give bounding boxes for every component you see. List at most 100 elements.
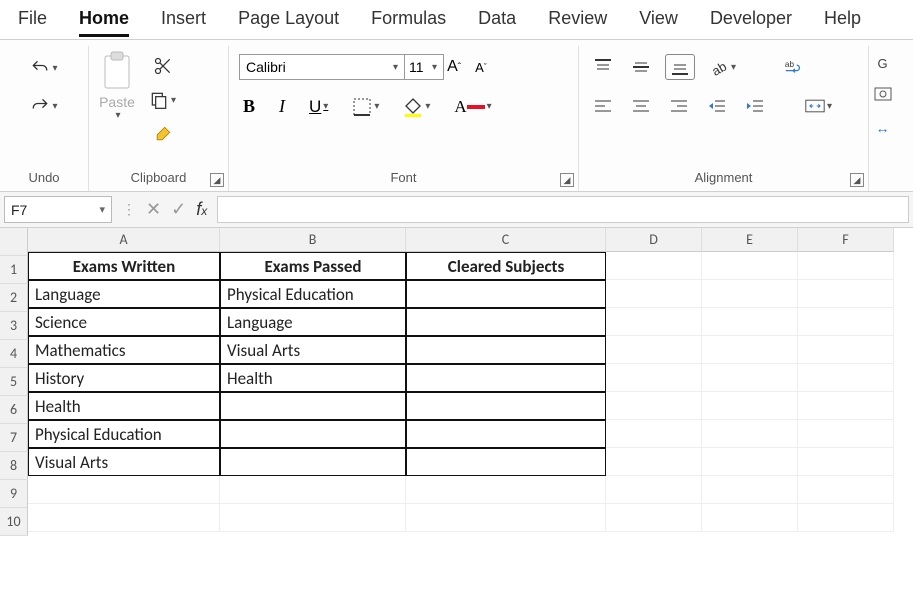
- cells-area[interactable]: Exams WrittenExams PassedCleared Subject…: [28, 252, 913, 532]
- font-color-button[interactable]: A ▾: [450, 95, 495, 119]
- cell-B5[interactable]: Health: [220, 364, 406, 392]
- cell-A2[interactable]: Language: [28, 280, 220, 308]
- cell-F5[interactable]: [798, 364, 894, 392]
- cell-D10[interactable]: [606, 504, 702, 532]
- menu-view[interactable]: View: [639, 8, 678, 29]
- col-header-F[interactable]: F: [798, 228, 894, 252]
- row-header-5[interactable]: 5: [0, 368, 28, 396]
- cell-E4[interactable]: [702, 336, 798, 364]
- row-header-7[interactable]: 7: [0, 424, 28, 452]
- cell-F10[interactable]: [798, 504, 894, 532]
- font-name-input[interactable]: [239, 54, 409, 80]
- menu-page-layout[interactable]: Page Layout: [238, 8, 339, 29]
- cell-C2[interactable]: [406, 280, 606, 308]
- menu-home[interactable]: Home: [79, 8, 129, 29]
- cell-A10[interactable]: [28, 504, 220, 532]
- font-size-input[interactable]: [404, 54, 444, 80]
- menu-insert[interactable]: Insert: [161, 8, 206, 29]
- cell-E3[interactable]: [702, 308, 798, 336]
- copy-button[interactable]: ▾: [145, 88, 180, 112]
- row-header-4[interactable]: 4: [0, 340, 28, 368]
- cut-button[interactable]: [149, 54, 177, 78]
- cell-A6[interactable]: Health: [28, 392, 220, 420]
- menu-help[interactable]: Help: [824, 8, 861, 29]
- cell-A3[interactable]: Science: [28, 308, 220, 336]
- cell-A9[interactable]: [28, 476, 220, 504]
- row-header-3[interactable]: 3: [0, 312, 28, 340]
- italic-button[interactable]: I: [275, 94, 289, 119]
- cell-C4[interactable]: [406, 336, 606, 364]
- borders-button[interactable]: ▾: [348, 95, 383, 119]
- cell-D9[interactable]: [606, 476, 702, 504]
- menu-review[interactable]: Review: [548, 8, 607, 29]
- increase-font-button[interactable]: Aˆ: [443, 56, 465, 78]
- cell-C10[interactable]: [406, 504, 606, 532]
- undo-button[interactable]: ▾: [26, 56, 61, 80]
- cell-E7[interactable]: [702, 420, 798, 448]
- orientation-button[interactable]: ab▾: [705, 55, 740, 79]
- row-header-1[interactable]: 1: [0, 256, 28, 284]
- paste-button[interactable]: Paste ▾: [99, 50, 135, 121]
- col-header-B[interactable]: B: [220, 228, 406, 252]
- cell-C6[interactable]: [406, 392, 606, 420]
- format-painter-button[interactable]: [149, 122, 177, 146]
- cell-D2[interactable]: [606, 280, 702, 308]
- cell-A4[interactable]: Mathematics: [28, 336, 220, 364]
- cell-E10[interactable]: [702, 504, 798, 532]
- row-header-9[interactable]: 9: [0, 480, 28, 508]
- cell-C3[interactable]: [406, 308, 606, 336]
- cell-F4[interactable]: [798, 336, 894, 364]
- cell-B9[interactable]: [220, 476, 406, 504]
- cell-F2[interactable]: [798, 280, 894, 308]
- cell-C9[interactable]: [406, 476, 606, 504]
- cell-A7[interactable]: Physical Education: [28, 420, 220, 448]
- cell-B1[interactable]: Exams Passed: [220, 252, 406, 280]
- cell-F1[interactable]: [798, 252, 894, 280]
- cell-B2[interactable]: Physical Education: [220, 280, 406, 308]
- cell-A5[interactable]: History: [28, 364, 220, 392]
- cell-D3[interactable]: [606, 308, 702, 336]
- cell-B8[interactable]: [220, 448, 406, 476]
- menu-data[interactable]: Data: [478, 8, 516, 29]
- fx-icon[interactable]: fx: [196, 199, 207, 220]
- cell-E9[interactable]: [702, 476, 798, 504]
- select-all-corner[interactable]: [0, 228, 28, 256]
- col-header-D[interactable]: D: [606, 228, 702, 252]
- align-middle-button[interactable]: [627, 55, 655, 79]
- alignment-launcher[interactable]: ◢: [850, 173, 864, 187]
- underline-button[interactable]: U▾: [305, 95, 332, 119]
- col-header-C[interactable]: C: [406, 228, 606, 252]
- cell-F8[interactable]: [798, 448, 894, 476]
- cell-D4[interactable]: [606, 336, 702, 364]
- cell-A8[interactable]: Visual Arts: [28, 448, 220, 476]
- cell-A1[interactable]: Exams Written: [28, 252, 220, 280]
- cell-B3[interactable]: Language: [220, 308, 406, 336]
- currency-icon[interactable]: [874, 85, 892, 106]
- row-header-8[interactable]: 8: [0, 452, 28, 480]
- align-right-button[interactable]: [665, 94, 693, 118]
- arrow-icon[interactable]: ↔: [876, 120, 890, 136]
- col-header-A[interactable]: A: [28, 228, 220, 252]
- align-bottom-button[interactable]: [665, 54, 695, 80]
- cell-E2[interactable]: [702, 280, 798, 308]
- cell-B7[interactable]: [220, 420, 406, 448]
- cell-D8[interactable]: [606, 448, 702, 476]
- cell-D1[interactable]: [606, 252, 702, 280]
- cell-F6[interactable]: [798, 392, 894, 420]
- cell-C5[interactable]: [406, 364, 606, 392]
- align-left-button[interactable]: [589, 94, 617, 118]
- formula-input[interactable]: [217, 196, 909, 223]
- wrap-text-button[interactable]: ab: [780, 55, 808, 79]
- cell-F9[interactable]: [798, 476, 894, 504]
- cell-C1[interactable]: Cleared Subjects: [406, 252, 606, 280]
- cell-E8[interactable]: [702, 448, 798, 476]
- align-top-button[interactable]: [589, 55, 617, 79]
- general-format-icon[interactable]: G: [877, 56, 887, 71]
- cell-C8[interactable]: [406, 448, 606, 476]
- menu-file[interactable]: File: [18, 8, 47, 29]
- row-header-10[interactable]: 10: [0, 508, 28, 536]
- cell-E6[interactable]: [702, 392, 798, 420]
- fx-options-icon[interactable]: ⋮: [122, 201, 136, 218]
- cell-B10[interactable]: [220, 504, 406, 532]
- font-launcher[interactable]: ◢: [560, 173, 574, 187]
